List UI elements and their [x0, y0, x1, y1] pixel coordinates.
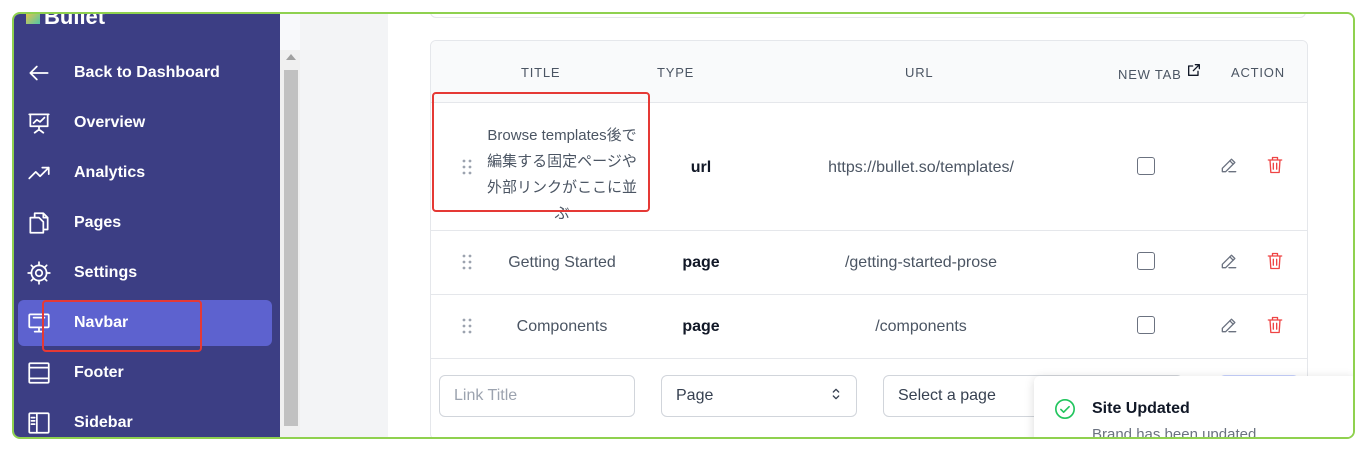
- sidebar-item-label: Back to Dashboard: [74, 64, 220, 81]
- link-title-input[interactable]: [454, 387, 634, 405]
- drag-handle-icon[interactable]: [461, 253, 473, 271]
- header-action: ACTION: [1231, 65, 1285, 80]
- edit-icon[interactable]: [1219, 251, 1241, 273]
- header-type: TYPE: [657, 65, 695, 80]
- link-url: https://bullet.so/templates/: [828, 159, 1014, 176]
- link-type-select[interactable]: Page: [661, 375, 857, 417]
- sidebar-item-label: Analytics: [74, 164, 146, 181]
- sidebar-layout-icon: [26, 410, 52, 436]
- header-new-tab: NEW TAB: [1118, 67, 1182, 82]
- app-window: Bullet Back to Dashboard Overview Analyt…: [12, 12, 1355, 439]
- sidebar-item-label: Overview: [74, 114, 146, 131]
- link-title: Getting Started: [508, 254, 616, 271]
- link-type: page: [682, 318, 720, 335]
- link-title: Browse templates後で編集する固定ページや外部リンクがここに並ぶ: [487, 127, 638, 222]
- link-url: /getting-started-prose: [844, 254, 998, 271]
- desktop-icon: [26, 310, 52, 336]
- footer-layout-icon: [26, 360, 52, 386]
- link-url: /components: [875, 318, 967, 335]
- trending-up-icon: [26, 160, 52, 186]
- trash-icon[interactable]: [1265, 155, 1287, 177]
- table-row: Components page /components: [431, 295, 1307, 359]
- toast-notification: Site Updated Brand has been updated: [1034, 376, 1353, 439]
- drag-handle-icon[interactable]: [461, 317, 473, 335]
- sidebar-item-label: Sidebar: [74, 414, 133, 431]
- scroll-up-arrow-icon[interactable]: [286, 54, 296, 60]
- content-gutter: [300, 14, 388, 437]
- presentation-chart-icon: [26, 110, 52, 136]
- toast-message: Brand has been updated: [1092, 426, 1257, 439]
- external-link-icon: [1186, 62, 1202, 81]
- header-title: TITLE: [521, 65, 561, 80]
- logo-mark: [26, 14, 40, 24]
- table-header: TITLE TYPE URL NEW TAB ACTION: [431, 41, 1307, 103]
- logo-text: Bullet: [44, 12, 106, 29]
- toast-title: Site Updated: [1092, 400, 1190, 417]
- trash-icon[interactable]: [1265, 251, 1287, 273]
- sidebar-item-pages[interactable]: Pages: [18, 200, 272, 246]
- pages-icon: [26, 210, 52, 236]
- drag-handle-icon[interactable]: [461, 158, 473, 176]
- check-circle-icon: [1054, 398, 1076, 420]
- page-select-placeholder: Select a page: [898, 387, 996, 404]
- sidebar-item-footer[interactable]: Footer: [18, 350, 272, 396]
- edit-icon[interactable]: [1219, 155, 1241, 177]
- sidebar-item-sidebar[interactable]: Sidebar: [18, 400, 272, 437]
- arrow-left-icon: [26, 60, 52, 86]
- logo: Bullet: [26, 12, 106, 30]
- sidebar-item-overview[interactable]: Overview: [18, 100, 272, 146]
- sidebar-item-label: Navbar: [74, 314, 129, 331]
- link-title-field[interactable]: [439, 375, 635, 417]
- new-tab-checkbox[interactable]: [1137, 316, 1155, 334]
- table-row: Getting Started page /getting-started-pr…: [431, 231, 1307, 295]
- link-title: Components: [516, 318, 608, 335]
- sidebar: Bullet Back to Dashboard Overview Analyt…: [14, 12, 280, 437]
- link-type: page: [682, 254, 720, 271]
- sidebar-item-label: Settings: [74, 264, 138, 281]
- sidebar-item-label: Pages: [74, 214, 122, 231]
- gear-icon: [26, 260, 52, 286]
- edit-icon[interactable]: [1219, 315, 1241, 337]
- new-tab-checkbox[interactable]: [1137, 157, 1155, 175]
- section-card: [430, 14, 1306, 18]
- trash-icon[interactable]: [1265, 315, 1287, 337]
- link-type: url: [690, 159, 712, 176]
- scroll-thumb[interactable]: [284, 70, 298, 426]
- sidebar-item-settings[interactable]: Settings: [18, 250, 272, 296]
- sidebar-item-back-to-dashboard[interactable]: Back to Dashboard: [18, 50, 272, 96]
- sidebar-item-analytics[interactable]: Analytics: [18, 150, 272, 196]
- new-tab-checkbox[interactable]: [1137, 252, 1155, 270]
- sidebar-item-navbar[interactable]: Navbar: [18, 300, 272, 346]
- table-row: Browse templates後で編集する固定ページや外部リンクがここに並ぶ …: [431, 103, 1307, 231]
- link-type-value: Page: [676, 387, 714, 404]
- header-url: URL: [905, 65, 934, 80]
- chevron-up-down-icon: [828, 386, 844, 407]
- sidebar-item-label: Footer: [74, 364, 124, 381]
